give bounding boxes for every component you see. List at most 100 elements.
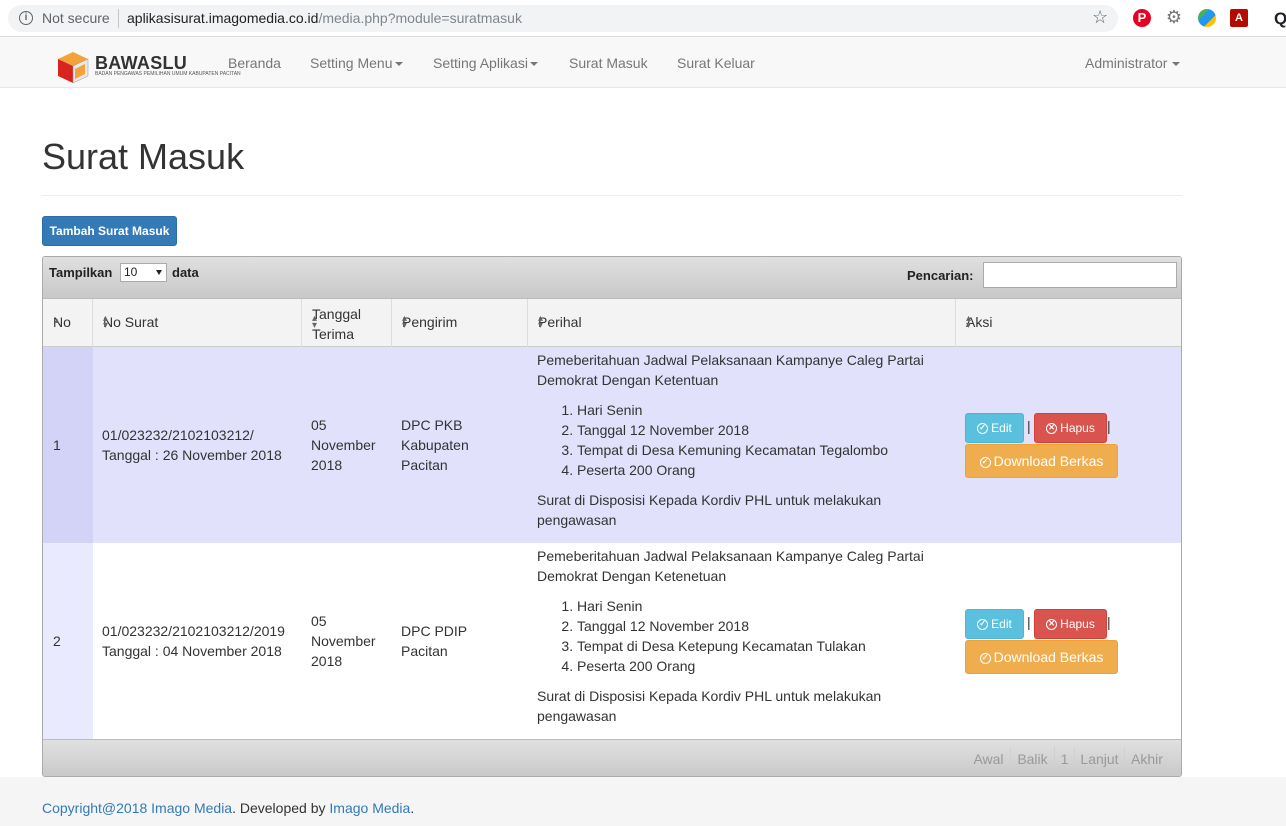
column-no[interactable]: No ▲ — [43, 299, 93, 347]
pagination-first[interactable]: Awal — [967, 747, 1011, 771]
page-footer: Copyright@2018 Imago Media. Developed by… — [0, 777, 1286, 826]
header-divider — [42, 195, 1182, 196]
tanggal-surat-value: Tanggal : 26 November 2018 — [102, 447, 282, 463]
chevron-down-icon — [394, 62, 403, 67]
perihal-intro: Pemeberitahuan Jadwal Pelaksanaan Kampan… — [537, 548, 924, 584]
edit-button[interactable]: ✓ Edit — [965, 609, 1024, 639]
sort-icon: ▴ ▾ — [402, 313, 408, 331]
perihal-list-item: Hari Senin — [577, 596, 947, 616]
action-separator: | — [1027, 614, 1031, 630]
search-input[interactable] — [983, 262, 1177, 288]
url-text[interactable]: aplikasisurat.imagomedia.co.id/media.php… — [127, 10, 522, 26]
table-header: No ▲ No Surat ▴ ▾ Tanggal Terima ▴ ▾ Pengir… — [43, 299, 1181, 347]
tanggal-terima-day: 05 — [311, 613, 327, 629]
nav-setting-menu[interactable]: Setting Menu — [310, 55, 403, 71]
row-number-cell — [43, 347, 93, 543]
perihal-cell: Pemeberitahuan Jadwal Pelaksanaan Kampan… — [537, 350, 947, 530]
search-label: Pencarian: — [907, 268, 974, 283]
colorful-extension-icon[interactable] — [1198, 9, 1216, 27]
pengirim-cell: DPC PKB Kabupaten Pacitan — [401, 415, 469, 475]
pinterest-extension-icon[interactable]: P — [1133, 9, 1151, 27]
tanggal-terima-day: 05 — [311, 417, 327, 433]
perihal-list-item: Peserta 200 Orang — [577, 460, 947, 480]
sort-icon: ▴ ▾ — [966, 313, 972, 331]
pengirim-line3: Pacitan — [401, 457, 448, 473]
hapus-button[interactable]: ✕ Hapus — [1034, 609, 1107, 639]
hapus-button[interactable]: ✕ Hapus — [1034, 413, 1107, 443]
perihal-list-item: Tempat di Desa Ketepung Kecamatan Tulaka… — [577, 636, 947, 656]
url-host: aplikasisurat.imagomedia.co.id — [127, 10, 319, 26]
perihal-list-item: Hari Senin — [577, 400, 947, 420]
action-separator: | — [1107, 418, 1111, 434]
perihal-note: Surat di Disposisi Kepada Kordiv PHL unt… — [537, 492, 882, 528]
table-row: 1 01/023232/2102103212/ Tanggal : 26 Nov… — [43, 347, 1181, 543]
bookmark-star-icon[interactable]: ☆ — [1092, 7, 1108, 28]
sort-asc-icon: ▲ — [53, 316, 61, 325]
perihal-cell: Pemeberitahuan Jadwal Pelaksanaan Kampan… — [537, 546, 947, 726]
sort-icon: ▴ ▾ — [312, 313, 318, 331]
pagination-last[interactable]: Akhir — [1125, 747, 1169, 771]
copyright-link[interactable]: Copyright@2018 Imago Media — [42, 800, 232, 816]
row-number: 2 — [53, 633, 61, 649]
edit-button[interactable]: ✓ Edit — [965, 413, 1024, 443]
info-icon[interactable]: i — [19, 11, 33, 25]
page-size-select[interactable]: 10 — [120, 263, 167, 282]
chevron-down-icon — [529, 62, 538, 67]
perihal-intro: Pemeberitahuan Jadwal Pelaksanaan Kampan… — [537, 352, 924, 388]
developer-link[interactable]: Imago Media — [329, 800, 410, 816]
pagination-previous[interactable]: Balik — [1011, 747, 1055, 771]
table-toolbar: Tampilkan 10 data Pencarian: — [43, 257, 1181, 299]
acrobat-extension-icon[interactable]: A — [1230, 9, 1248, 27]
browser-address-bar: i Not secure aplikasisurat.imagomedia.co… — [0, 0, 1286, 37]
pagination-next[interactable]: Lanjut — [1075, 747, 1125, 771]
url-path: /media.php?module=suratmasuk — [318, 10, 522, 26]
page-title: Surat Masuk — [42, 136, 245, 177]
bawaslu-logo-icon — [58, 52, 89, 84]
action-separator: | — [1027, 418, 1031, 434]
page-size-label: Tampilkan — [49, 265, 113, 280]
pengirim-line1: DPC PDIP — [401, 623, 468, 639]
action-separator: | — [1107, 614, 1111, 630]
nav-surat-keluar[interactable]: Surat Keluar — [677, 55, 755, 71]
pengirim-line2: Kabupaten — [401, 437, 469, 453]
download-berkas-button[interactable]: ✓ Download Berkas — [965, 444, 1118, 478]
check-circle-icon: ✓ — [977, 619, 989, 631]
add-surat-masuk-button[interactable]: Tambah Surat Masuk — [42, 216, 177, 246]
pagination-page-1[interactable]: 1 — [1055, 747, 1075, 771]
page-size-value: 10 — [124, 265, 138, 279]
top-navbar: BAWASLU BADAN PENGAWAS PEMILIHAN UMUM KA… — [0, 37, 1286, 88]
hapus-button-label: Hapus — [1060, 617, 1095, 631]
nav-setting-aplikasi-label: Setting Aplikasi — [433, 55, 528, 71]
gear-extension-icon[interactable]: ⚙ — [1165, 8, 1183, 27]
footer-developed-text: . Developed by — [232, 800, 330, 816]
no-surat-value: 01/023232/2102103212/ — [102, 427, 254, 443]
user-menu[interactable]: Administrator — [1085, 55, 1181, 71]
table-pagination-bar: Awal Balik 1 Lanjut Akhir — [43, 739, 1181, 776]
nav-beranda[interactable]: Beranda — [228, 55, 281, 71]
nav-surat-masuk[interactable]: Surat Masuk — [569, 55, 648, 71]
edit-button-label: Edit — [991, 421, 1012, 435]
no-surat-cell: 01/023232/2102103212/2019 Tanggal : 04 N… — [102, 621, 285, 661]
column-no-surat[interactable]: No Surat ▴ ▾ — [93, 299, 302, 347]
perihal-list: Hari Senin Tanggal 12 November 2018 Temp… — [537, 400, 947, 480]
sort-icon: ▴ ▾ — [538, 313, 544, 331]
tanggal-surat-value: Tanggal : 04 November 2018 — [102, 643, 282, 659]
download-button-label: Download Berkas — [993, 453, 1104, 469]
column-pengirim[interactable]: Pengirim ▴ ▾ — [392, 299, 528, 347]
column-tanggal-terima[interactable]: Tanggal Terima ▴ ▾ — [302, 299, 392, 347]
no-surat-value: 01/023232/2102103212/2019 — [102, 623, 285, 639]
row-number: 1 — [53, 437, 61, 453]
hapus-button-label: Hapus — [1060, 421, 1095, 435]
download-berkas-button[interactable]: ✓ Download Berkas — [965, 640, 1118, 674]
no-surat-cell: 01/023232/2102103212/ Tanggal : 26 Novem… — [102, 425, 282, 465]
column-aksi[interactable]: Aksi ▴ ▾ — [956, 299, 1181, 347]
chevron-down-icon — [1172, 62, 1181, 67]
column-perihal[interactable]: Perihal ▴ ▾ — [528, 299, 956, 347]
check-circle-icon: ✓ — [979, 652, 991, 664]
tanggal-terima-month: November — [311, 633, 376, 649]
perihal-list-item: Peserta 200 Orang — [577, 656, 947, 676]
nav-setting-aplikasi[interactable]: Setting Aplikasi — [433, 55, 538, 71]
profile-extension-icon[interactable]: Q — [1274, 9, 1286, 28]
check-circle-icon: ✓ — [977, 423, 989, 435]
page-size-suffix: data — [172, 265, 199, 280]
